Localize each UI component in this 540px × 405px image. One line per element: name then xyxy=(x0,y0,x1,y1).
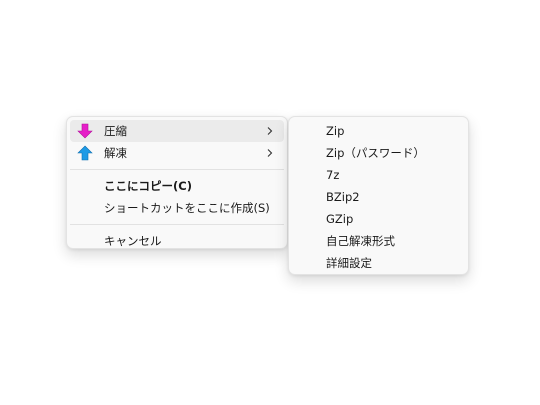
menu-item-cancel[interactable]: キャンセル xyxy=(70,230,284,252)
compress-down-arrow-icon xyxy=(77,123,93,139)
menu-item-label: ショートカットをここに作成(S) xyxy=(104,201,270,215)
menu-item-extract[interactable]: 解凍 xyxy=(70,142,284,164)
submenu-item-self-extracting[interactable]: 自己解凍形式 xyxy=(292,230,465,252)
submenu-item-label: 詳細設定 xyxy=(326,256,372,270)
submenu-item-label: Zip xyxy=(326,124,345,138)
submenu-item-label: 7z xyxy=(326,168,340,182)
submenu-item-label: BZip2 xyxy=(326,190,360,204)
submenu-item-bzip2[interactable]: BZip2 xyxy=(292,186,465,208)
menu-item-label: 解凍 xyxy=(104,146,127,160)
menu-item-copy-here[interactable]: ここにコピー(C) xyxy=(70,175,284,197)
menu-item-create-shortcut[interactable]: ショートカットをここに作成(S) xyxy=(70,197,284,219)
extract-up-arrow-icon xyxy=(77,145,93,161)
submenu-item-zip[interactable]: Zip xyxy=(292,120,465,142)
submenu-item-zip-password[interactable]: Zip（パスワード） xyxy=(292,142,465,164)
submenu-item-7z[interactable]: 7z xyxy=(292,164,465,186)
submenu-item-label: GZip xyxy=(326,212,354,226)
submenu-item-label: Zip（パスワード） xyxy=(326,146,425,160)
desktop-background: 圧縮 解凍 ここにコピー(C) ショートカットをここに作成(S) キャンセル Z… xyxy=(0,0,540,405)
chevron-right-icon xyxy=(267,127,273,135)
submenu-item-gzip[interactable]: GZip xyxy=(292,208,465,230)
menu-item-compress[interactable]: 圧縮 xyxy=(70,120,284,142)
submenu-item-label: 自己解凍形式 xyxy=(326,234,395,248)
chevron-right-icon xyxy=(267,149,273,157)
submenu-item-advanced-settings[interactable]: 詳細設定 xyxy=(292,252,465,274)
context-menu: 圧縮 解凍 ここにコピー(C) ショートカットをここに作成(S) キャンセル xyxy=(66,116,288,249)
menu-separator xyxy=(70,224,284,225)
menu-item-label: 圧縮 xyxy=(104,124,127,138)
menu-item-label: キャンセル xyxy=(104,234,162,248)
compress-submenu: Zip Zip（パスワード） 7z BZip2 GZip 自己解凍形式 詳細設定 xyxy=(288,116,469,275)
menu-separator xyxy=(70,169,284,170)
menu-item-label: ここにコピー(C) xyxy=(104,179,192,193)
